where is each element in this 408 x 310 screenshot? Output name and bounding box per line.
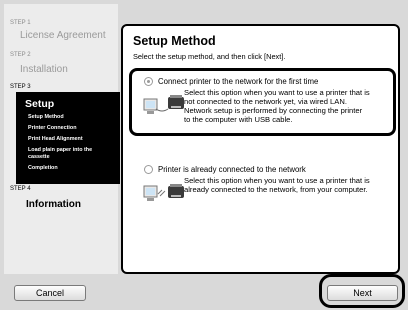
substep-load-paper: Load plain paper into the xyxy=(28,147,93,153)
page-title: Setup Method xyxy=(133,34,216,48)
substep-setup-method: Setup Method xyxy=(28,114,64,120)
printer-computer-icon xyxy=(143,184,184,201)
option-first-time[interactable]: Connect printer to the network for the f… xyxy=(129,68,396,136)
step-title-license: License Agreement xyxy=(20,30,106,41)
substep-printer-connection: Printer Connection xyxy=(28,125,77,131)
description-line: Select this option when you want to use … xyxy=(184,88,370,97)
option-label: Connect printer to the network for the f… xyxy=(158,77,319,86)
description-line: already connected to the network, from y… xyxy=(184,185,368,194)
setup-method-panel: Setup Method Select the setup method, an… xyxy=(121,24,400,274)
radio-already-connected[interactable] xyxy=(144,165,153,174)
description-line: to the computer with USB cable. xyxy=(184,115,293,124)
step-title-setup: Setup xyxy=(25,98,55,110)
description-line: Select this option when you want to use … xyxy=(184,176,370,185)
substep-completion: Completion xyxy=(28,165,58,171)
step-number: STEP 4 xyxy=(10,186,31,192)
option-label: Printer is already connected to the netw… xyxy=(158,165,306,174)
option-already-connected[interactable]: Printer is already connected to the netw… xyxy=(129,162,396,210)
next-button[interactable]: Next xyxy=(327,285,398,301)
page-subtitle: Select the setup method, and then click … xyxy=(133,52,286,61)
substep-print-head-alignment: Print Head Alignment xyxy=(28,136,83,142)
substep-load-paper-cont: cassette xyxy=(28,154,50,160)
printer-computer-icon xyxy=(143,95,184,114)
description-line: Network setup is performed by connecting… xyxy=(184,106,363,115)
option-description: Select this option when you want to use … xyxy=(184,176,396,194)
step-number: STEP 2 xyxy=(10,52,31,58)
radio-first-time[interactable] xyxy=(144,77,153,86)
step-number: STEP 1 xyxy=(10,20,31,26)
step-sidebar: STEP 1 License Agreement STEP 2 Installa… xyxy=(4,4,120,274)
cancel-button[interactable]: Cancel xyxy=(14,285,86,301)
description-line: not connected to the network yet, via wi… xyxy=(184,97,347,106)
option-description: Select this option when you want to use … xyxy=(184,88,396,124)
step-title-installation: Installation xyxy=(20,64,68,75)
setup-window: STEP 1 License Agreement STEP 2 Installa… xyxy=(0,0,408,310)
step-number: STEP 3 xyxy=(10,84,31,90)
active-step-block: Setup Setup Method Printer Connection Pr… xyxy=(16,92,120,184)
step-title-information: Information xyxy=(26,199,81,210)
